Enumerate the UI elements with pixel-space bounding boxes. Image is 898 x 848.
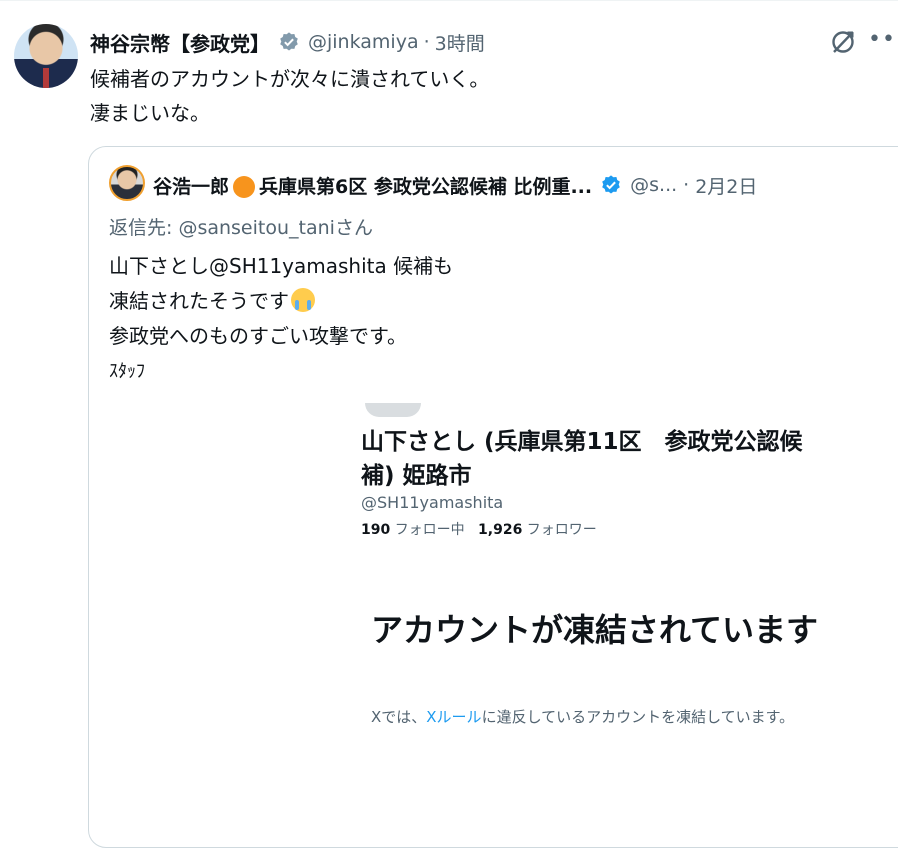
quoted-tweet[interactable]: 谷浩一郎 兵庫県第6区 参政党公認候補 比例重... @s... · 2月2日 返… — [88, 146, 898, 848]
reply-to-line: 返信先: @sanseitou_taniさん — [109, 213, 373, 240]
avatar[interactable] — [14, 24, 78, 88]
suspended-description: Xでは、Xルールに違反しているアカウントを凍結しています。 — [371, 707, 821, 727]
followers-label: フォロワー — [526, 522, 597, 538]
following-count: 190 — [361, 522, 391, 538]
desc-suffix: に違反しているアカウントを凍結しています。 — [481, 708, 795, 726]
author-name[interactable]: 神谷宗幣【参政党】 — [90, 28, 270, 57]
quote-text-signature: ｽﾀｯﾌ — [109, 361, 145, 382]
quote-text-line: 凍結されたそうです — [109, 289, 289, 313]
more-options-icon[interactable]: ••• — [868, 26, 898, 54]
author-handle[interactable]: @jinkamiya — [308, 31, 419, 53]
quote-text-line: 山下さとし@SH11yamashita 候補も — [109, 254, 454, 278]
quote-timestamp[interactable]: 2月2日 — [695, 172, 757, 199]
followers-count: 1,926 — [478, 522, 523, 538]
follow-counts: 190 フォロー中 1,926 フォロワー — [361, 519, 597, 539]
reply-suffix: さん — [334, 217, 373, 239]
quote-text-line: 参政党へのものすごい攻撃です。 — [109, 324, 407, 348]
following-label: フォロー中 — [394, 522, 465, 538]
quote-author-name-part1: 谷浩一郎 — [153, 175, 230, 198]
tweet-text-line: 候補者のアカウントが次々に潰されていく。 — [90, 67, 490, 91]
quote-author-name[interactable]: 谷浩一郎 兵庫県第6区 参政党公認候補 比例重... — [153, 172, 592, 199]
tweet-header: 神谷宗幣【参政党】 @jinkamiya · 3時間 — [90, 26, 485, 58]
desc-prefix: Xでは、 — [371, 708, 427, 726]
separator-dot: · — [423, 31, 430, 53]
verified-badge-icon — [278, 31, 300, 53]
reply-label: 返信先: — [109, 217, 179, 239]
verified-badge-icon — [600, 174, 622, 196]
profile-avatar-edge — [365, 403, 421, 417]
suspended-title: アカウントが凍結されています — [371, 611, 819, 649]
separator-dot: · — [683, 174, 690, 196]
quote-avatar[interactable] — [109, 165, 145, 201]
profile-name: 山下さとし (兵庫県第11区 参政党公認候補) 姫路市 — [361, 429, 803, 489]
grok-icon[interactable] — [829, 28, 857, 56]
timestamp[interactable]: 3時間 — [435, 29, 485, 56]
divider — [0, 0, 898, 1]
x-rules-link: Xルール — [426, 708, 482, 726]
profile-handle: @SH11yamashita — [361, 493, 504, 512]
attached-image[interactable]: 山下さとし (兵庫県第11区 参政党公認候補) 姫路市 @SH11yamashi… — [189, 387, 829, 847]
orange-circle-icon — [233, 176, 256, 198]
quote-header: 谷浩一郎 兵庫県第6区 参政党公認候補 比例重... @s... · 2月2日 — [153, 169, 757, 201]
quote-author-name-part2: 兵庫県第6区 参政党公認候補 比例重... — [259, 175, 593, 198]
quote-text-line-with-emoji: 凍結されたそうです — [109, 284, 453, 319]
tweet: 神谷宗幣【参政党】 @jinkamiya · 3時間 ••• 候補者のアカウント… — [0, 0, 898, 848]
loudly-crying-face-icon — [291, 288, 315, 312]
tweet-text-line: 凄まじいな。 — [90, 101, 210, 125]
reply-mention-link[interactable]: @sanseitou_tani — [178, 217, 334, 239]
quote-author-handle[interactable]: @s... — [630, 174, 677, 196]
quote-text: 山下さとし@SH11yamashita 候補も 凍結されたそうです 参政党へのも… — [109, 249, 453, 389]
tweet-text: 候補者のアカウントが次々に潰されていく。 凄まじいな。 — [90, 62, 489, 130]
